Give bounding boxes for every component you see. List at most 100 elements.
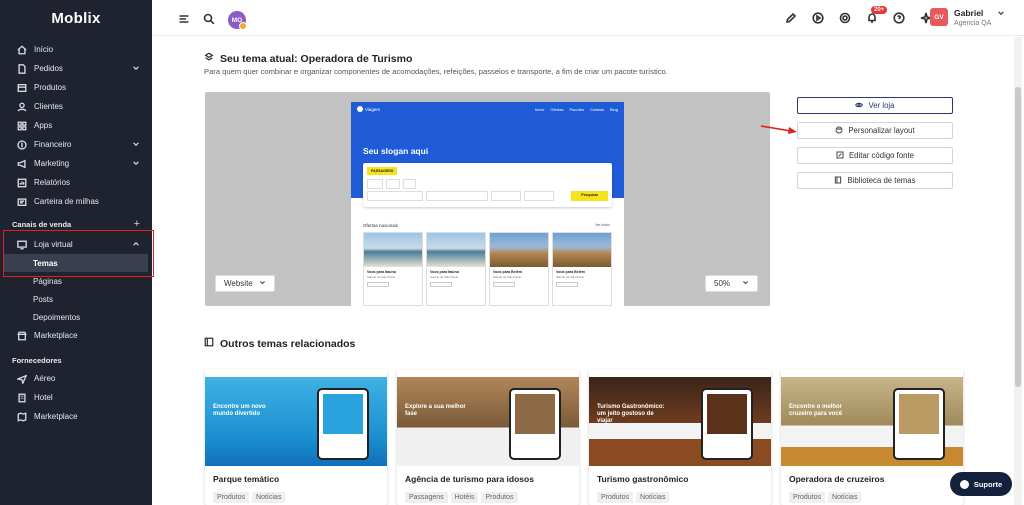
- preview-offer-sub: Saindo de São Paulo: [367, 275, 396, 279]
- thumbnail-phone: [893, 388, 945, 460]
- building-icon: [17, 393, 27, 403]
- preview-zoom-select[interactable]: 50%: [705, 275, 759, 292]
- theme-tag: Produtos: [213, 492, 250, 503]
- code-edit-icon: [836, 151, 844, 161]
- user-name: Gabriel: [954, 8, 984, 18]
- sidebar-item-label: Marketplace: [34, 412, 78, 421]
- sidebar-sub-posts[interactable]: Posts: [0, 290, 152, 308]
- preview-offer-sub: Saindo de São Paulo: [430, 275, 459, 279]
- preview-field: [367, 179, 383, 189]
- sidebar-item-hotel[interactable]: Hotel: [0, 388, 152, 407]
- preview-search-button: Pesquisar: [571, 191, 608, 201]
- preview-nav-link: Blog: [609, 106, 618, 112]
- scrollbar-thumb[interactable]: [1015, 87, 1021, 387]
- preview-offer-image: [553, 233, 611, 267]
- sidebar-item-relatorios[interactable]: Relatórios: [0, 173, 152, 192]
- sidebar-nav: Início Pedidos Produtos Clientes Apps Fi…: [0, 40, 152, 211]
- view-store-button[interactable]: Ver loja: [797, 97, 953, 114]
- theme-card-operadora-cruzeiros[interactable]: Encontre o melhor cruzeiro para você Ope…: [781, 370, 963, 505]
- edit-icon[interactable]: [784, 11, 798, 25]
- current-theme-title: Seu tema atual: Operadora de Turismo: [204, 52, 412, 65]
- sidebar-item-pedidos[interactable]: Pedidos: [0, 59, 152, 78]
- current-theme-description: Para quem quer combinar e organizar comp…: [204, 67, 668, 76]
- page-scrollbar[interactable]: [1014, 37, 1022, 505]
- thumbnail-phone: [509, 388, 561, 460]
- preview-offer-card: Voos para Belém Saindo de São Paulo: [489, 232, 549, 306]
- annotation-highlight-box: [3, 230, 154, 277]
- gear-icon[interactable]: [838, 11, 852, 25]
- user-menu[interactable]: GV Gabriel Agencia QA: [930, 8, 1005, 27]
- related-themes-list: Encontre um novo mundo divertido Parque …: [205, 370, 963, 505]
- sidebar-item-label: Financeiro: [34, 140, 72, 149]
- menu-icon[interactable]: [178, 13, 190, 28]
- theme-tag: Produtos: [481, 492, 518, 503]
- chevron-down-icon: [132, 64, 140, 74]
- search-icon[interactable]: [203, 13, 215, 28]
- preview-chip: PASSAGENS: [367, 167, 398, 175]
- sidebar-item-produtos[interactable]: Produtos: [0, 78, 152, 97]
- theme-preview: Viagem Início Ofertas Pacotes Contato Bl…: [205, 92, 770, 306]
- avatar[interactable]: MO: [228, 11, 247, 30]
- preview-device-select[interactable]: Website: [215, 275, 275, 292]
- sidebar-item-label: Clientes: [34, 102, 63, 111]
- theme-card-parque-tematico[interactable]: Encontre um novo mundo divertido Parque …: [205, 370, 387, 505]
- preview-search-options: [367, 179, 417, 189]
- thumbnail-nav: [589, 370, 771, 377]
- preview-nav-links: Início Ofertas Pacotes Contato Blog: [535, 107, 618, 112]
- main-content: Seu tema atual: Operadora de Turismo Par…: [152, 37, 1012, 505]
- thumbnail-phone-image: [515, 394, 555, 434]
- customize-layout-button[interactable]: Personalizar layout: [797, 122, 953, 139]
- sidebar-sub-depoimentos[interactable]: Depoimentos: [0, 308, 152, 326]
- preview-brand: Viagem: [357, 106, 380, 112]
- user-org: Agencia QA: [954, 20, 992, 27]
- theme-card-thumbnail: Encontre o melhor cruzeiro para você: [781, 370, 963, 466]
- thumbnail-phone: [701, 388, 753, 460]
- preview-search-fields: Pesquisar: [367, 191, 608, 201]
- theme-tag: Hotéis: [450, 492, 479, 503]
- preview-offer-title: Voos para Itaúna: [430, 270, 459, 274]
- edit-source-code-button[interactable]: Editar código fonte: [797, 147, 953, 164]
- sidebar-item-apps[interactable]: Apps: [0, 116, 152, 135]
- book-icon: [834, 176, 842, 186]
- dollar-icon: [17, 139, 27, 150]
- sidebar-item-financeiro[interactable]: Financeiro: [0, 135, 152, 154]
- thumbnail-nav: [205, 370, 387, 377]
- sidebar-item-marketplace[interactable]: Marketplace: [0, 326, 152, 345]
- thumbnail-headline: Explore a sua melhor fase: [405, 404, 466, 418]
- chart-icon: [17, 178, 27, 188]
- app-logo[interactable]: Moblix: [0, 0, 152, 36]
- bell-icon[interactable]: 20+: [865, 6, 888, 25]
- theme-actions: Ver loja Personalizar layout Editar códi…: [797, 97, 953, 197]
- sidebar-item-marketplace-fornecedor[interactable]: Marketplace: [0, 407, 152, 426]
- sidebar-item-clientes[interactable]: Clientes: [0, 97, 152, 116]
- chevron-down-icon: [259, 279, 266, 288]
- preview-field: [367, 191, 423, 201]
- preview-offer-button: [493, 282, 515, 287]
- help-icon[interactable]: [892, 11, 906, 25]
- preview-search-card: PASSAGENS Pesquisar: [363, 163, 612, 207]
- preview-offer-title: Voos para Itaúna: [367, 270, 396, 274]
- preview-offer-button: [430, 282, 452, 287]
- theme-icon: [204, 52, 214, 65]
- play-icon[interactable]: [811, 11, 825, 25]
- theme-card-turismo-gastronomico[interactable]: Turismo Gastronômico: um jeito gostoso d…: [589, 370, 771, 505]
- preview-slogan: Seu slogan aqui: [363, 146, 429, 156]
- preview-field: [402, 179, 417, 189]
- support-button[interactable]: Suporte: [950, 472, 1012, 496]
- grid-icon: [17, 121, 27, 131]
- sidebar-item-aereo[interactable]: Aéreo: [0, 369, 152, 388]
- preview-offer-sub: Saindo de São Paulo: [556, 275, 585, 279]
- topbar: MO 20+ GV Gabriel Agencia QA: [152, 0, 1024, 36]
- sidebar-item-inicio[interactable]: Início: [0, 40, 152, 59]
- topbar-left: MO: [178, 11, 247, 30]
- sidebar-item-marketing[interactable]: Marketing: [0, 154, 152, 173]
- plus-icon[interactable]: +: [134, 218, 140, 230]
- palette-icon: [835, 126, 843, 136]
- thumbnail-headline: Encontre o melhor cruzeiro para você: [789, 404, 843, 418]
- sidebar-item-carteira[interactable]: Carteira de milhas: [0, 192, 152, 211]
- theme-card-agencia-idosos[interactable]: Explore a sua melhor fase Agência de tur…: [397, 370, 579, 505]
- theme-library-button[interactable]: Biblioteca de temas: [797, 172, 953, 189]
- notification-badge: 20+: [871, 6, 888, 14]
- preview-offers-title: Ofertas nacionais: [363, 223, 399, 228]
- plane-icon: [17, 374, 27, 384]
